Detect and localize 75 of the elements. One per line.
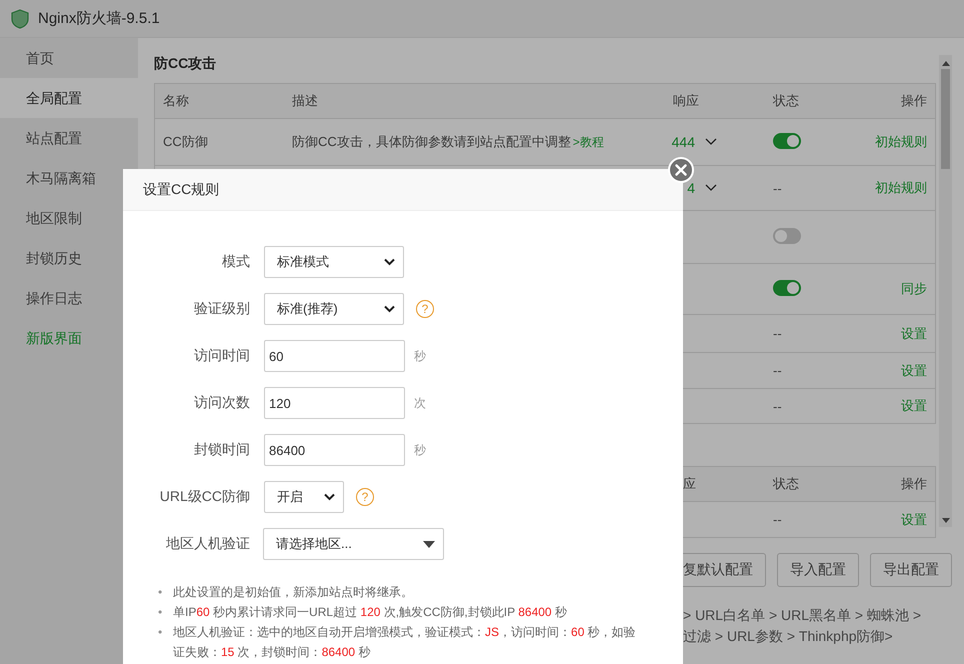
action-link[interactable]: 设置 bbox=[901, 362, 927, 378]
status-toggle[interactable] bbox=[773, 228, 801, 244]
rule-description: 防御CC攻击，具体防御参数请到站点配置中调整 bbox=[292, 134, 571, 149]
column-header: 状态 bbox=[772, 92, 800, 110]
column-header: 操作 bbox=[900, 475, 928, 493]
caret-icon bbox=[423, 540, 435, 548]
select-field[interactable]: 标准模式 bbox=[264, 246, 404, 278]
status-text: -- bbox=[773, 363, 782, 378]
scroll-up-icon[interactable] bbox=[942, 60, 950, 66]
link-trail[interactable]: 过滤 > URL参数 > Thinkphp防御> bbox=[683, 626, 952, 647]
note-text: 地区人机验证：选中的地区自动开启增强模式，验证模式：JS，访问时间：60 秒，如验证失败：15 次，封锁时间：86400 秒 bbox=[173, 624, 637, 661]
chevron-down-icon bbox=[705, 138, 717, 146]
shield-logo-icon bbox=[10, 8, 30, 28]
sidebar-item[interactable]: 站点配置 bbox=[0, 118, 138, 158]
link-trail[interactable]: > URL白名单 > URL黑名单 > 蜘蛛池 > bbox=[683, 605, 952, 626]
column-header: 应 bbox=[682, 475, 697, 493]
status-text: -- bbox=[773, 326, 782, 341]
unit-label: 次 bbox=[414, 394, 426, 412]
scroll-down-icon[interactable] bbox=[942, 518, 950, 524]
field-label: 访问次数 bbox=[193, 394, 250, 412]
close-icon[interactable] bbox=[675, 164, 687, 176]
action-link[interactable]: 设置 bbox=[901, 512, 927, 526]
sidebar-item[interactable]: 首页 bbox=[0, 38, 138, 78]
chevron-down-icon bbox=[384, 305, 395, 313]
action-link[interactable]: 初始规则 bbox=[875, 134, 927, 149]
select-field[interactable]: 开启 bbox=[264, 481, 344, 513]
field-label: 封锁时间 bbox=[193, 441, 250, 459]
config-button[interactable]: 导入配置 bbox=[777, 553, 859, 587]
chevron-down-icon bbox=[705, 184, 717, 192]
column-header: 名称 bbox=[162, 92, 190, 110]
field-label: 验证级别 bbox=[193, 300, 250, 318]
input-field[interactable]: 120 bbox=[264, 387, 405, 419]
status-toggle[interactable] bbox=[773, 280, 801, 296]
note-text: 此处设置的是初始值，新添加站点时将继承。 bbox=[173, 584, 413, 601]
field-label: 模式 bbox=[221, 253, 250, 271]
scrollbar[interactable] bbox=[939, 55, 952, 527]
scrollbar-thumb[interactable] bbox=[941, 69, 950, 169]
select-field[interactable]: 标准(推荐) bbox=[264, 293, 404, 325]
status-text: -- bbox=[773, 180, 782, 196]
field-label: 地区人机验证 bbox=[165, 535, 250, 553]
chevron-down-icon bbox=[384, 258, 395, 266]
column-header: 操作 bbox=[900, 92, 928, 110]
section-title: 防CC攻击 bbox=[154, 54, 218, 73]
status-toggle[interactable] bbox=[773, 132, 801, 148]
action-link[interactable]: 初始规则 bbox=[875, 180, 927, 195]
sidebar-item[interactable]: 全局配置 bbox=[0, 78, 138, 118]
status-text: -- bbox=[773, 512, 782, 527]
response-code[interactable]: 444 bbox=[667, 134, 695, 150]
column-header: 响应 bbox=[672, 92, 700, 110]
bullet: • bbox=[158, 584, 164, 601]
unit-label: 秒 bbox=[414, 348, 426, 364]
config-button[interactable]: 导出配置 bbox=[870, 553, 952, 587]
region-select[interactable]: 请选择地区... bbox=[263, 528, 444, 560]
status-text: -- bbox=[773, 398, 782, 414]
bullet: • bbox=[158, 604, 164, 621]
unit-label: 秒 bbox=[414, 442, 426, 458]
input-field[interactable]: 60 bbox=[264, 340, 405, 372]
column-header: 状态 bbox=[772, 475, 800, 493]
tutorial-link[interactable]: >教程 bbox=[572, 135, 604, 149]
note-text: 单IP60 秒内累计请求同一URL超过 120 次,触发CC防御,封锁此IP 86400 秒 bbox=[173, 604, 567, 621]
dialog-title: 设置CC规则 bbox=[143, 181, 220, 197]
rule-name: CC防御 bbox=[163, 134, 208, 149]
window-title: Nginx防火墙-9.5.1 bbox=[38, 9, 160, 28]
column-header: 描述 bbox=[291, 92, 319, 110]
action-link[interactable]: 设置 bbox=[901, 398, 927, 413]
help-icon[interactable]: ? bbox=[356, 488, 374, 506]
help-icon[interactable]: ? bbox=[416, 300, 434, 318]
action-link[interactable]: 设置 bbox=[901, 326, 927, 340]
bullet: • bbox=[158, 624, 164, 641]
field-label: URL级CC防御 bbox=[158, 488, 250, 506]
input-field[interactable]: 86400 bbox=[264, 434, 405, 466]
action-link[interactable]: 同步 bbox=[901, 281, 927, 296]
close-button[interactable] bbox=[668, 157, 694, 183]
field-label: 访问时间 bbox=[193, 347, 250, 365]
chevron-down-icon bbox=[324, 493, 335, 501]
